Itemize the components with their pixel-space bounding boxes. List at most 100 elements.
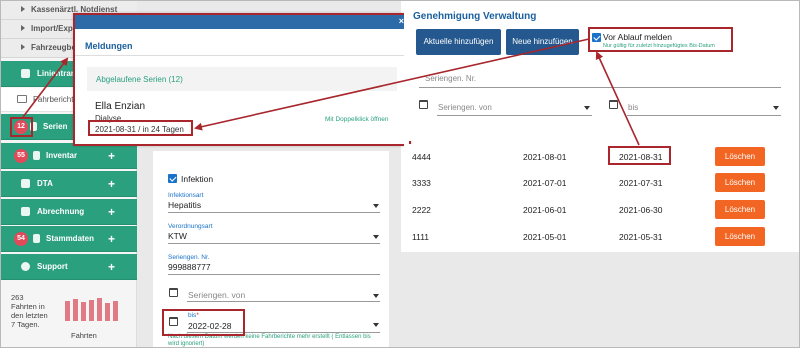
calendar-icon[interactable] [169, 288, 178, 297]
transfer-icon [21, 179, 30, 188]
seriengen-nr-label: Seriengen. Nr. [168, 254, 210, 261]
delete-button[interactable]: Löschen [715, 147, 765, 166]
bis-date-input[interactable]: 2022-02-28 [188, 321, 231, 331]
field-underline [437, 115, 592, 116]
row-bis: 2021-05-31 [619, 232, 663, 242]
inventar-badge: 55 [14, 149, 28, 163]
sidebar-item-support[interactable]: Support + [1, 254, 137, 280]
trips-bar [113, 301, 118, 321]
field-underline [168, 274, 380, 275]
lifebuoy-icon [21, 262, 30, 271]
serien-badge: 12 [14, 120, 28, 134]
bis-label: bis* [188, 312, 199, 319]
right-panel-background [401, 252, 799, 347]
divider [75, 55, 409, 56]
row-von: 2021-07-01 [523, 178, 567, 188]
trips-bar [89, 300, 94, 321]
right-seriengen-nr-input[interactable]: Seriengen. Nr. [425, 74, 476, 83]
row-nr: 1111 [412, 232, 430, 242]
notifications-popup: × Meldungen Abgelaufene Serien (12) Ella… [73, 13, 411, 146]
vor-ablauf-label: Vor Ablauf melden [603, 32, 672, 42]
sidebar-item-inventar[interactable]: 55 Inventar + [1, 143, 137, 169]
vor-ablauf-hint: Nur gültig für zuletzt hinzugefügtes Bis… [603, 43, 715, 49]
caret-down-icon [373, 235, 379, 239]
series-expiry-info: 2021-08-31 / in 24 Tagen [95, 125, 184, 134]
calendar-icon[interactable] [419, 100, 428, 109]
row-nr: 2222 [412, 205, 431, 215]
genehmigung-card [404, 1, 791, 141]
field-underline [627, 115, 781, 116]
seriengen-von-input[interactable]: Seriengen. von [188, 290, 245, 300]
expand-plus-icon[interactable]: + [108, 205, 115, 219]
field-underline [187, 332, 380, 333]
calendar-icon[interactable] [169, 317, 178, 326]
expand-plus-icon[interactable]: + [108, 260, 115, 274]
row-von: 2021-08-01 [523, 152, 567, 162]
neue-hinzufuegen-button[interactable]: Neue hinzufügen [506, 29, 579, 55]
popup-title: Meldungen [85, 41, 133, 51]
row-nr: 3333 [412, 178, 431, 188]
trips-bar [73, 299, 78, 321]
delete-button[interactable]: Löschen [715, 200, 765, 219]
genehmigung-title: Genehmigung Verwaltung [413, 11, 537, 22]
book-icon [33, 151, 40, 160]
sidebar-item-dta[interactable]: DTA + [1, 171, 137, 197]
series-type: Dialyse [95, 114, 122, 123]
stammdaten-badge: 54 [14, 232, 28, 246]
verordnungsart-label: Verordnungsart [168, 223, 213, 230]
row-bis: 2021-07-31 [619, 178, 663, 188]
calendar-icon[interactable] [609, 100, 618, 109]
expand-arrow-icon [21, 6, 25, 12]
trips-bar [65, 301, 70, 321]
popup-header: × [75, 15, 409, 29]
row-von: 2021-06-01 [523, 205, 567, 215]
field-underline [187, 301, 380, 302]
expand-arrow-icon [21, 25, 25, 31]
expand-arrow-icon [21, 44, 25, 50]
trips-bar [97, 298, 102, 321]
expired-series-section[interactable]: Abgelaufene Serien (12) [87, 67, 397, 91]
seriengen-nr-input[interactable]: 999888777 [168, 262, 211, 272]
trips-stats-text: 263 Fahrten in den letzten 7 Tagen. [11, 293, 48, 329]
infektion-label: Infektion [181, 174, 214, 184]
caret-down-icon [373, 323, 379, 327]
aktuelle-hinzufuegen-button[interactable]: Aktuelle hinzufügen [416, 29, 501, 55]
delete-button[interactable]: Löschen [715, 227, 765, 246]
field-underline [168, 212, 380, 213]
database-icon [33, 234, 40, 243]
expand-plus-icon[interactable]: + [108, 149, 115, 163]
screenshot-frame: Kassenärztl. Notdienst Import/Export Fah… [0, 0, 800, 348]
field-underline [168, 243, 380, 244]
folder-icon [17, 95, 27, 103]
infektionsart-label: Infektionsart [168, 192, 204, 199]
users-icon [21, 69, 30, 78]
vor-ablauf-checkbox[interactable] [592, 33, 601, 42]
row-nr: 4444 [412, 152, 431, 162]
trips-bar-chart [65, 298, 118, 321]
infektionsart-select[interactable]: Hepatitis [168, 200, 201, 210]
delete-button[interactable]: Löschen [715, 173, 765, 192]
sidebar-item-abrechnung[interactable]: Abrechnung + [1, 199, 137, 225]
row-bis: 2021-06-30 [619, 205, 663, 215]
caret-down-icon [373, 294, 379, 298]
calculator-icon [21, 207, 30, 216]
row-bis: 2021-08-31 [619, 152, 663, 162]
trips-chart-label: Fahrten [71, 331, 97, 340]
field-underline [419, 87, 781, 88]
right-seriengen-von-input[interactable]: Seriengen. von [438, 103, 492, 112]
expand-plus-icon[interactable]: + [108, 232, 115, 246]
expand-plus-icon[interactable]: + [108, 177, 115, 191]
trips-bar [81, 302, 86, 321]
right-bis-input[interactable]: bis [628, 103, 638, 112]
doubleclick-hint: Mit Doppelklick öffnen [325, 116, 389, 123]
patient-name[interactable]: Ella Enzian [95, 101, 145, 112]
caret-down-icon [584, 106, 590, 110]
document-icon [30, 122, 37, 131]
caret-down-icon [373, 204, 379, 208]
verordnungsart-select[interactable]: KTW [168, 231, 187, 241]
infektion-checkbox[interactable] [168, 174, 177, 183]
trips-bar [105, 303, 110, 321]
bis-hint-text: Nach diesem Datum werden keine Fahrberic… [168, 334, 371, 347]
row-von: 2021-05-01 [523, 232, 567, 242]
sidebar-item-stammdaten[interactable]: 54 Stammdaten + [1, 226, 137, 252]
